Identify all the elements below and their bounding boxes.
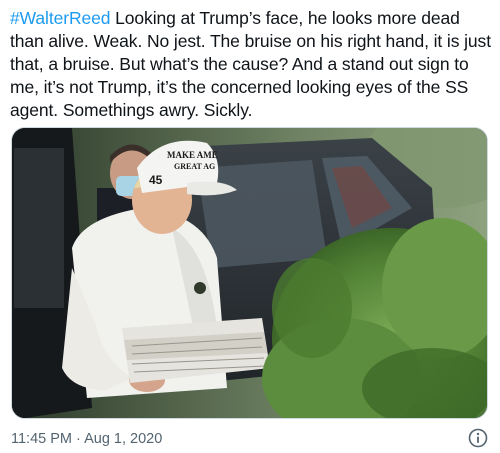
tweet-time: 11:45 PM [11,431,72,447]
cap-text-2: GREAT AG [174,162,215,171]
meta-separator: · [72,431,85,447]
tweet-date: Aug 1, 2020 [84,431,163,447]
photo-illustration: MAKE AME GREAT AG 45 [12,128,487,418]
tweet-text: #WalterReed Looking at Trump’s face, he … [10,7,494,122]
tweet-photo[interactable]: MAKE AME GREAT AG 45 [11,127,488,419]
info-icon[interactable] [468,428,488,448]
hashtag-link[interactable]: #WalterReed [10,8,110,28]
tweet-timestamp[interactable]: 11:45 PM · Aug 1, 2020 [11,431,162,447]
cap-number: 45 [149,173,163,187]
cap-text-1: MAKE AME [167,150,218,160]
